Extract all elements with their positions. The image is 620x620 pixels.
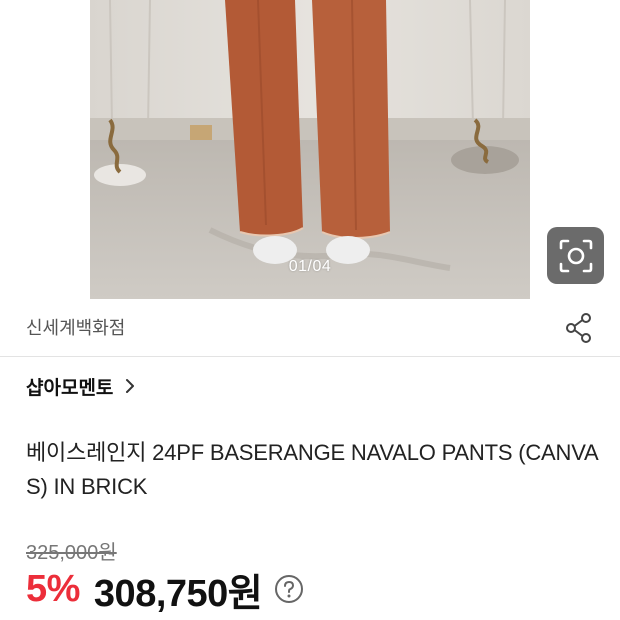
discount-rate: 5% [26,567,80,610]
chevron-right-icon [125,378,135,394]
product-photo[interactable]: 01/04 [90,0,530,299]
image-page-counter: 01/04 [288,258,332,275]
camera-search-icon [559,239,592,272]
store-row: 신세계백화점 [0,300,620,357]
image-search-button[interactable] [547,227,604,284]
product-photo-illustration [90,0,530,299]
store-name: 신세계백화점 [26,318,126,338]
brand-link[interactable]: 샵아모멘토 [26,373,135,399]
share-icon [566,313,591,343]
price-help-button[interactable] [274,574,304,604]
product-image-gallery[interactable]: 01/04 [0,0,620,300]
product-title: 베이스레인지 24PF BASERANGE NAVALO PANTS (CANV… [26,440,599,499]
question-circle-icon [275,575,304,603]
brand-name: 샵아모멘토 [26,377,114,399]
share-button[interactable] [563,311,595,345]
sale-price: 308,750원 [93,572,263,615]
sale-price-row: 5% 308,750원 [26,566,304,615]
